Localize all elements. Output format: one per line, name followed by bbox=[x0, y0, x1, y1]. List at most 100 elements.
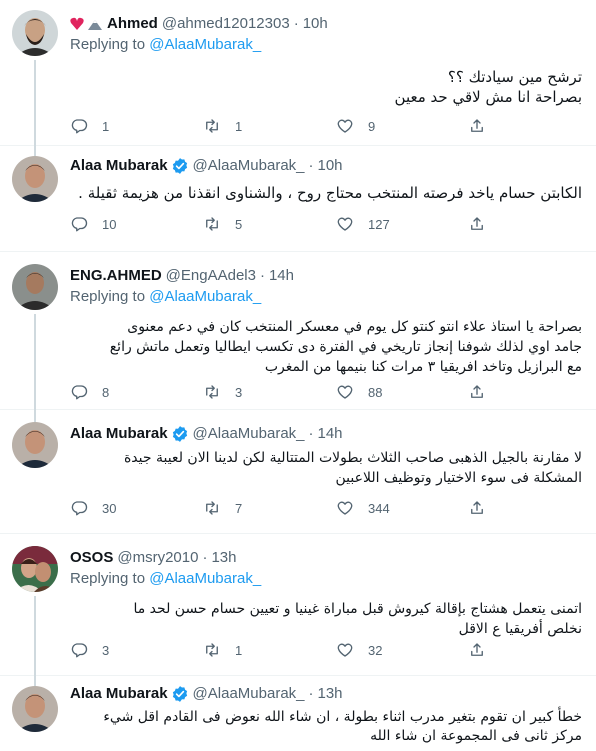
tweet[interactable]: Ahmed @ahmed12012303 · 10h Replying to @… bbox=[0, 0, 596, 146]
handle[interactable]: @AlaaMubarak_ bbox=[193, 424, 305, 444]
like-icon bbox=[337, 501, 353, 515]
retweet-count: 3 bbox=[235, 384, 243, 400]
reply-button[interactable]: 3 bbox=[70, 641, 109, 659]
share-button[interactable] bbox=[468, 499, 486, 517]
thread-line bbox=[34, 314, 36, 410]
action-bar: 10 5 127 bbox=[70, 212, 510, 236]
display-name[interactable]: Ahmed bbox=[107, 14, 158, 34]
timestamp[interactable]: 14h bbox=[269, 266, 294, 286]
avatar[interactable] bbox=[12, 686, 58, 732]
replying-to: Replying to @AlaaMubarak_ bbox=[70, 569, 582, 589]
like-count: 88 bbox=[368, 384, 383, 400]
thread-line bbox=[34, 146, 36, 156]
retweet-icon bbox=[206, 217, 218, 231]
tweet-text-line: خطأ كبير ان تقوم بتغير مدرب اثناء بطولة … bbox=[103, 709, 582, 725]
share-button[interactable] bbox=[468, 215, 486, 233]
tweet[interactable]: Alaa Mubarak @AlaaMubarak_ · 14h لا مقار… bbox=[0, 410, 596, 534]
reply-button[interactable]: 30 bbox=[70, 499, 116, 517]
tweet[interactable]: ENG.AHMED @EngAAdel3 · 14h Replying to @… bbox=[0, 252, 596, 410]
retweet-button[interactable]: 1 bbox=[203, 117, 242, 135]
retweet-icon bbox=[206, 385, 218, 399]
thread-line bbox=[34, 60, 36, 146]
tweet-text-line: الكابتن حسام ياخد فرصته المنتخب محتاج رو… bbox=[78, 184, 582, 202]
like-count: 9 bbox=[368, 118, 376, 134]
mention-link[interactable]: @AlaaMubarak_ bbox=[149, 36, 261, 53]
like-icon bbox=[337, 217, 353, 231]
retweet-button[interactable]: 1 bbox=[203, 641, 242, 659]
tweet-text: الكابتن حسام ياخد فرصته المنتخب محتاج رو… bbox=[70, 183, 582, 203]
share-button[interactable] bbox=[468, 641, 486, 659]
tweet[interactable]: Alaa Mubarak @AlaaMubarak_ · 13h خطأ كبي… bbox=[0, 676, 596, 751]
reply-icon bbox=[71, 643, 88, 658]
mention-link[interactable]: @AlaaMubarak_ bbox=[149, 288, 261, 305]
share-icon bbox=[471, 501, 483, 514]
handle[interactable]: @EngAAdel3 bbox=[166, 266, 256, 286]
emoji-heart-mountain bbox=[70, 17, 104, 31]
timestamp[interactable]: 14h bbox=[318, 424, 343, 444]
share-button[interactable] bbox=[468, 117, 486, 135]
tweet-text-line: مع البرازيل وتاخد افريقيا ٣ مرات كنا بني… bbox=[264, 359, 582, 375]
display-name[interactable]: OSOS bbox=[70, 548, 113, 568]
action-bar: 30 7 344 bbox=[70, 496, 510, 520]
handle[interactable]: @AlaaMubarak_ bbox=[193, 684, 305, 704]
retweet-count: 5 bbox=[235, 216, 243, 232]
handle[interactable]: @ahmed12012303 bbox=[162, 14, 290, 34]
avatar[interactable] bbox=[12, 264, 58, 310]
reply-count: 1 bbox=[102, 118, 110, 134]
timestamp[interactable]: 13h bbox=[211, 548, 236, 568]
mention-link[interactable]: @AlaaMubarak_ bbox=[149, 570, 261, 587]
retweet-button[interactable]: 5 bbox=[203, 215, 242, 233]
like-button[interactable]: 32 bbox=[336, 641, 382, 659]
retweet-count: 7 bbox=[235, 500, 243, 516]
like-count: 32 bbox=[368, 642, 383, 658]
replying-prefix: Replying to bbox=[70, 288, 146, 305]
tweet[interactable]: Alaa Mubarak @AlaaMubarak_ · 10h الكابتن… bbox=[0, 146, 596, 252]
display-name[interactable]: Alaa Mubarak bbox=[70, 424, 168, 444]
separator-dot: · bbox=[308, 685, 314, 702]
timestamp[interactable]: 13h bbox=[318, 684, 343, 704]
timestamp[interactable]: 10h bbox=[303, 14, 328, 34]
tweet-text-line: لا مقارنة بالجيل الذهبى صاحب الثلاث بطول… bbox=[123, 450, 582, 466]
tweet-text-line: المشكلة فى سوء الاختيار وتوظيف اللاعبين bbox=[335, 470, 583, 486]
retweet-button[interactable]: 3 bbox=[203, 383, 242, 401]
tweet-text-line: اتمنى يتعمل هشتاج بإقالة كيروش قبل مبارا… bbox=[133, 601, 582, 617]
share-button[interactable] bbox=[468, 383, 486, 401]
display-name[interactable]: Alaa Mubarak bbox=[70, 156, 168, 176]
retweet-button[interactable]: 7 bbox=[203, 499, 242, 517]
avatar[interactable] bbox=[12, 156, 58, 202]
handle[interactable]: @AlaaMubarak_ bbox=[193, 156, 305, 176]
tweet[interactable]: OSOS @msry2010 · 13h Replying to @AlaaMu… bbox=[0, 534, 596, 676]
reply-icon bbox=[71, 217, 88, 232]
tweet-text-line: ترشح مين سيادتك ؟؟ bbox=[447, 68, 582, 86]
display-name[interactable]: Alaa Mubarak bbox=[70, 684, 168, 704]
verified-badge-icon bbox=[172, 686, 187, 702]
thread-line bbox=[34, 676, 36, 686]
tweet-text-line: نخلص أفريقيا ع الاقل bbox=[458, 621, 582, 637]
thread-line bbox=[34, 596, 36, 676]
avatar[interactable] bbox=[12, 546, 58, 592]
like-button[interactable]: 344 bbox=[336, 499, 390, 517]
tweet-text-line: بصراحة انا مش لاقي حد معين bbox=[394, 88, 582, 106]
reply-button[interactable]: 10 bbox=[70, 215, 116, 233]
reply-count: 3 bbox=[102, 642, 110, 658]
reply-button[interactable]: 8 bbox=[70, 383, 109, 401]
share-icon bbox=[471, 385, 483, 398]
separator-dot: · bbox=[308, 157, 314, 174]
display-name[interactable]: ENG.AHMED bbox=[70, 266, 162, 286]
tweet-text-line: بصراحة يا استاذ علاء انتو كنتو كل يوم في… bbox=[127, 319, 582, 335]
tweet-text: خطأ كبير ان تقوم بتغير مدرب اثناء بطولة … bbox=[70, 708, 582, 746]
handle[interactable]: @msry2010 bbox=[117, 548, 198, 568]
action-bar: 8 3 88 bbox=[70, 380, 510, 404]
like-button[interactable]: 127 bbox=[336, 215, 390, 233]
reply-button[interactable]: 1 bbox=[70, 117, 109, 135]
share-icon bbox=[471, 643, 483, 656]
replying-to: Replying to @AlaaMubarak_ bbox=[70, 35, 582, 55]
timestamp[interactable]: 10h bbox=[318, 156, 343, 176]
tweet-text: ترشح مين سيادتك ؟؟ بصراحة انا مش لاقي حد… bbox=[70, 67, 582, 107]
like-button[interactable]: 88 bbox=[336, 383, 382, 401]
avatar[interactable] bbox=[12, 10, 58, 56]
separator-dot: · bbox=[259, 267, 265, 284]
avatar[interactable] bbox=[12, 422, 58, 468]
like-button[interactable]: 9 bbox=[336, 117, 375, 135]
retweet-icon bbox=[206, 643, 218, 657]
